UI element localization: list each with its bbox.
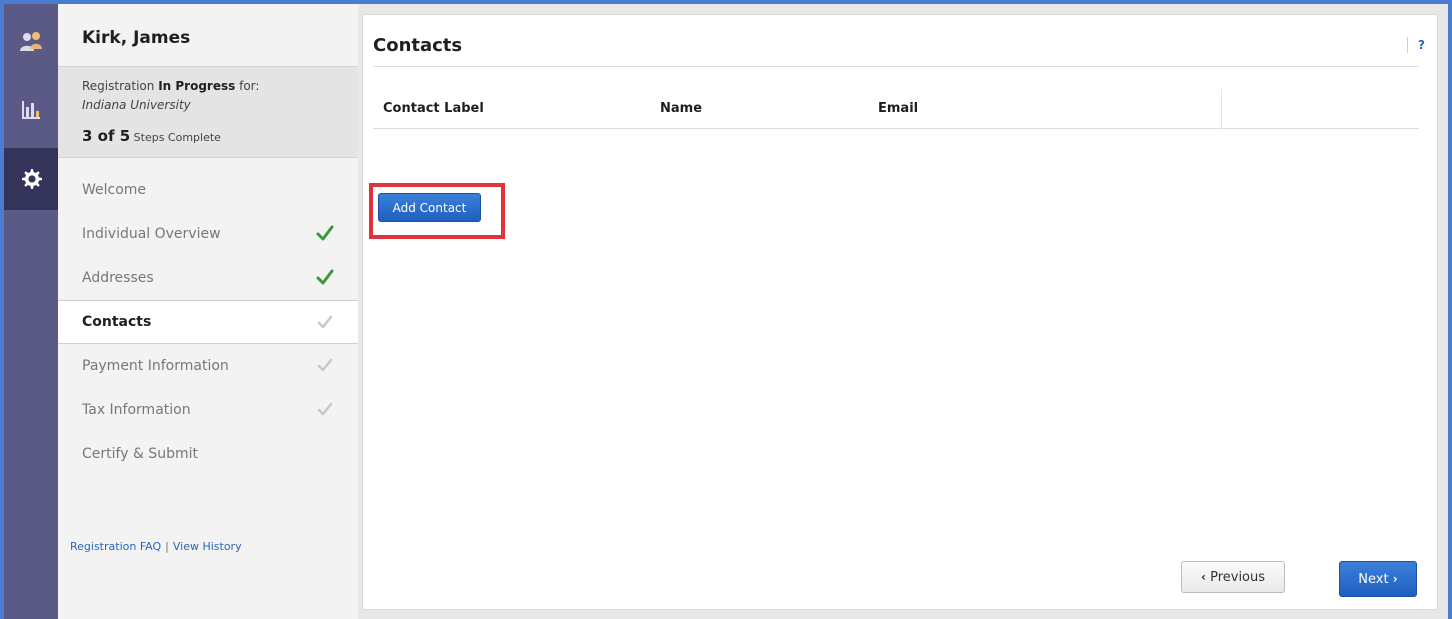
view-history-link[interactable]: View History (173, 540, 242, 553)
check-complete-icon (316, 225, 334, 241)
step-label: Individual Overview (82, 226, 221, 242)
previous-button-label: Previous (1210, 569, 1266, 585)
step-individual-overview[interactable]: Individual Overview (58, 212, 358, 256)
step-certify-submit[interactable]: Certify & Submit (58, 432, 358, 476)
column-header-email[interactable]: Email (878, 101, 918, 116)
steps-progress: 3 of 5 Steps Complete (82, 127, 221, 145)
link-separator: | (165, 540, 169, 553)
check-complete-icon (316, 269, 334, 285)
registration-status-box: Registration In Progress for: Indiana Un… (58, 66, 358, 158)
column-divider (1221, 89, 1222, 129)
add-contact-button[interactable]: Add Contact (378, 193, 481, 222)
step-payment-information[interactable]: Payment Information (58, 344, 358, 388)
status-suffix: for: (239, 79, 260, 93)
status-prefix: Registration (82, 79, 155, 93)
registrant-name: Kirk, James (82, 28, 191, 48)
sidebar-links: Registration FAQ | View History (70, 540, 242, 553)
contacts-table-header: Contact Label Name Email (373, 89, 1419, 129)
steps-progress-count: 3 of 5 (82, 127, 131, 145)
step-label: Tax Information (82, 402, 191, 418)
registration-status: Registration In Progress for: (82, 79, 259, 93)
step-label: Contacts (82, 314, 152, 330)
step-label: Addresses (82, 270, 154, 286)
step-contacts[interactable]: Contacts (58, 300, 358, 344)
previous-button[interactable]: ‹ Previous (1181, 561, 1285, 593)
check-pending-icon (317, 358, 333, 372)
steps-progress-label: Steps Complete (133, 131, 221, 144)
gear-icon (19, 167, 43, 191)
column-header-name[interactable]: Name (660, 101, 702, 116)
title-divider (373, 66, 1419, 67)
step-label: Welcome (82, 182, 147, 198)
registration-faq-link[interactable]: Registration FAQ (70, 540, 161, 553)
rail-item-people[interactable] (4, 12, 58, 72)
organization-name: Indiana University (82, 98, 191, 112)
registration-sidebar: Kirk, James Registration In Progress for… (58, 4, 358, 619)
rail-item-reports[interactable] (4, 80, 58, 140)
help-button[interactable]: ? (1407, 37, 1425, 53)
step-welcome[interactable]: Welcome (58, 168, 358, 212)
column-header-contact-label[interactable]: Contact Label (383, 101, 484, 116)
bar-chart-icon (20, 99, 42, 121)
next-button-label: Next (1358, 571, 1389, 587)
rail-item-settings[interactable] (4, 148, 58, 210)
check-pending-icon (317, 402, 333, 416)
chevron-left-icon: ‹ (1200, 570, 1211, 584)
check-pending-icon (317, 315, 333, 329)
step-list: Welcome Individual Overview Addresses Co… (58, 168, 358, 476)
app-frame: Kirk, James Registration In Progress for… (4, 4, 1448, 619)
page-title: Contacts (373, 35, 463, 56)
user-group-icon (18, 29, 44, 55)
next-button[interactable]: Next › (1339, 561, 1417, 597)
step-label: Payment Information (82, 358, 229, 374)
chevron-right-icon: › (1388, 572, 1398, 586)
contacts-panel: Contacts ? Contact Label Name Email Add … (362, 14, 1438, 610)
step-tax-information[interactable]: Tax Information (58, 388, 358, 432)
step-label: Certify & Submit (82, 446, 198, 462)
step-addresses[interactable]: Addresses (58, 256, 358, 300)
status-state: In Progress (158, 79, 236, 93)
icon-rail (4, 4, 58, 619)
